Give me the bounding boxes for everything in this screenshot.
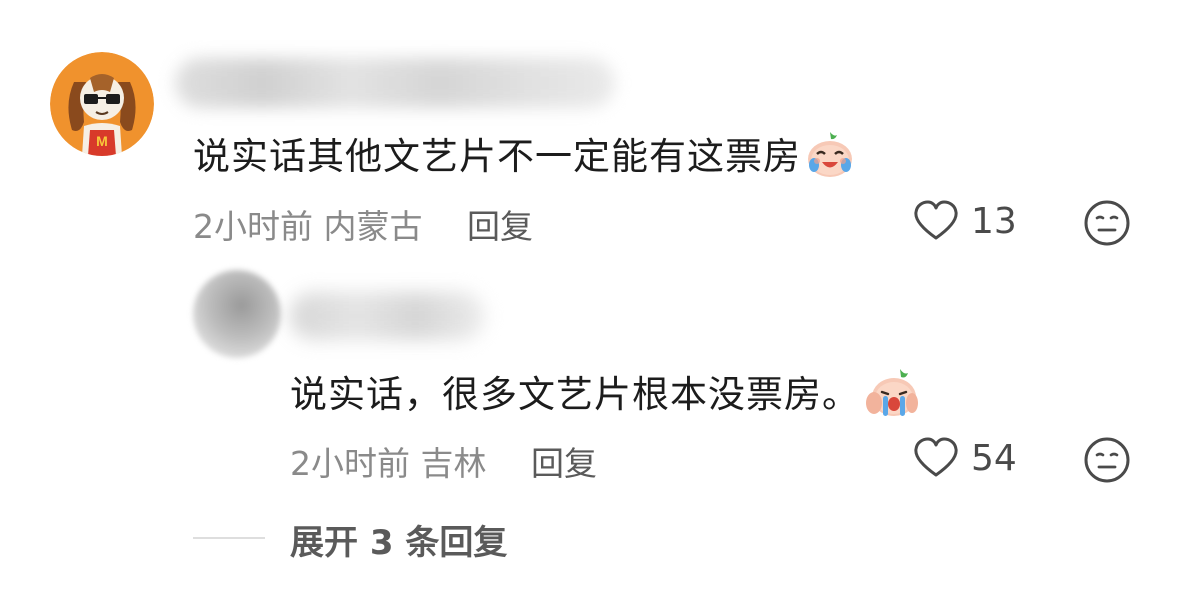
reply-time: 2小时前 [290, 444, 410, 483]
reply-username-blurred[interactable] [290, 292, 485, 340]
username-blurred[interactable] [175, 58, 615, 108]
svg-text:M: M [96, 133, 108, 149]
expand-replies-button[interactable]: 展开 3 条回复 [290, 515, 507, 564]
dog-avatar-icon: M [50, 52, 154, 156]
comment-thread: M 说实话其他文艺片不一定能有这票房 2小时前 内蒙古 回复 13 说实话，很多… [0, 0, 1179, 610]
reply-button[interactable]: 回复 [467, 207, 533, 246]
like-button[interactable]: 13 [913, 200, 1017, 242]
dislike-button[interactable] [1083, 199, 1131, 247]
heart-icon [914, 437, 958, 477]
meh-face-icon [1084, 200, 1130, 246]
avatar[interactable]: M [50, 52, 154, 156]
like-count: 13 [971, 200, 1017, 242]
comment-text: 说实话其他文艺片不一定能有这票房 [193, 126, 855, 188]
reply-body: 说实话，很多文艺片根本没票房。 [290, 373, 860, 416]
meh-face-icon [1084, 437, 1130, 483]
laugh-cry-emoji-icon [805, 129, 855, 188]
reply-dislike-button[interactable] [1083, 436, 1131, 484]
reply-location: 吉林 [420, 444, 487, 483]
cry-emoji-icon [864, 365, 918, 428]
heart-icon [914, 200, 958, 240]
comment-time: 2小时前 [193, 207, 313, 246]
expand-divider [193, 537, 265, 539]
reply-text: 说实话，很多文艺片根本没票房。 [290, 364, 918, 428]
comment-location: 内蒙古 [323, 207, 423, 246]
comment-body: 说实话其他文艺片不一定能有这票房 [193, 135, 801, 178]
reply-meta: 2小时前 吉林 回复 [290, 437, 597, 485]
reply-avatar[interactable] [193, 270, 281, 358]
reply-like-button[interactable]: 54 [913, 437, 1017, 479]
comment-meta: 2小时前 内蒙古 回复 [193, 200, 533, 248]
reply-like-count: 54 [971, 437, 1017, 479]
reply-reply-button[interactable]: 回复 [531, 444, 597, 483]
